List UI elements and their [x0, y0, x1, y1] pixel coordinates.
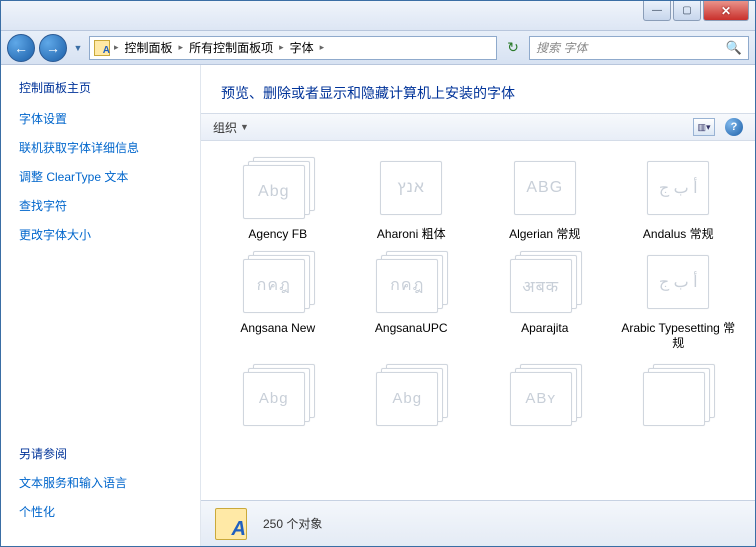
sidebar-link-text-services[interactable]: 文本服务和输入语言 [19, 474, 182, 491]
sidebar-link-online-fonts[interactable]: 联机获取字体详细信息 [19, 139, 182, 156]
font-label: Arabic Typesetting 常规 [618, 321, 738, 352]
refresh-button[interactable]: ↻ [501, 39, 525, 56]
font-item[interactable]: Abg Agency FB [211, 155, 345, 243]
chevron-right-icon: ▸ [320, 42, 325, 53]
minimize-button[interactable]: — [643, 1, 671, 21]
chevron-down-icon: ▾ [706, 122, 711, 133]
font-sample: Abg [243, 372, 305, 426]
view-icon: ▥ [697, 122, 706, 133]
font-preview-icon: अबक [506, 249, 584, 315]
font-label: Aparajita [521, 321, 568, 337]
font-item[interactable]: אנץ Aharoni 粗体 [345, 155, 479, 243]
font-item[interactable]: Abg [345, 358, 479, 434]
font-preview-icon: กคฎ [372, 249, 450, 315]
navigation-bar: ← → ▼ ▸ 控制面板 ▸ 所有控制面板项 ▸ 字体 ▸ ↻ 搜索 字体 🔍 [1, 31, 755, 65]
window-titlebar: — ▢ ✕ [1, 1, 755, 31]
close-button[interactable]: ✕ [703, 1, 749, 21]
font-item[interactable] [612, 358, 746, 434]
address-bar[interactable]: ▸ 控制面板 ▸ 所有控制面板项 ▸ 字体 ▸ [89, 36, 497, 60]
search-placeholder: 搜索 字体 [536, 39, 587, 56]
font-sample: अबक [510, 259, 572, 313]
chevron-right-icon: ▸ [179, 42, 184, 53]
breadcrumb[interactable]: 所有控制面板项 [187, 39, 275, 56]
font-sample: أ ب ج [647, 255, 709, 309]
font-sample: Abg [243, 165, 305, 219]
font-label: AngsanaUPC [375, 321, 448, 337]
sidebar-link-font-size[interactable]: 更改字体大小 [19, 226, 182, 243]
history-dropdown[interactable]: ▼ [71, 43, 85, 53]
font-sample: กคฎ [243, 259, 305, 313]
sidebar-see-also-heading: 另请参阅 [19, 445, 182, 462]
font-item[interactable]: ABʏ [478, 358, 612, 434]
organize-button[interactable]: 组织 [213, 119, 237, 136]
font-label: Aharoni 粗体 [377, 227, 446, 243]
font-preview-icon: أ ب ج [639, 249, 717, 315]
status-count: 250 个对象 [263, 515, 322, 532]
font-label: Andalus 常规 [643, 227, 714, 243]
maximize-button[interactable]: ▢ [673, 1, 701, 21]
font-preview-icon: Abg [372, 362, 450, 428]
chevron-right-icon: ▸ [114, 42, 119, 53]
breadcrumb[interactable]: 控制面板 [123, 39, 175, 56]
font-preview-icon: אנץ [372, 155, 450, 221]
font-item[interactable]: กคฎ Angsana New [211, 249, 345, 352]
font-sample: אנץ [380, 161, 442, 215]
font-grid: Abg Agency FB אנץ Aharoni 粗体 ABG Algerian 常规 أ… [201, 141, 755, 546]
font-preview-icon: ABG [506, 155, 584, 221]
font-label: Agency FB [248, 227, 307, 243]
font-item[interactable]: กคฎ AngsanaUPC [345, 249, 479, 352]
font-item[interactable]: ABG Algerian 常规 [478, 155, 612, 243]
font-preview-icon: أ ب ج [639, 155, 717, 221]
font-label: Angsana New [240, 321, 315, 337]
fonts-folder-icon [215, 508, 247, 540]
sidebar: 控制面板主页 字体设置 联机获取字体详细信息 调整 ClearType 文本 查… [1, 65, 201, 546]
sidebar-heading: 控制面板主页 [19, 79, 182, 96]
main-panel: 预览、删除或者显示和隐藏计算机上安装的字体 组织 ▼ ▥ ▾ ? Abg Agen… [201, 65, 755, 546]
font-item[interactable]: أ ب ج Arabic Typesetting 常规 [612, 249, 746, 352]
font-sample: Abg [376, 372, 438, 426]
font-sample: أ ب ج [647, 161, 709, 215]
chevron-right-icon: ▸ [279, 42, 284, 53]
font-item[interactable]: अबक Aparajita [478, 249, 612, 352]
sidebar-link-cleartype[interactable]: 调整 ClearType 文本 [19, 168, 182, 185]
page-title: 预览、删除或者显示和隐藏计算机上安装的字体 [201, 65, 755, 113]
font-sample: กคฎ [376, 259, 438, 313]
font-sample: ABG [514, 161, 576, 215]
status-bar: 250 个对象 [201, 500, 755, 546]
chevron-down-icon[interactable]: ▼ [240, 122, 249, 132]
sidebar-link-find-character[interactable]: 查找字符 [19, 197, 182, 214]
font-sample: ABʏ [510, 372, 572, 426]
search-input[interactable]: 搜索 字体 🔍 [529, 36, 749, 60]
forward-button[interactable]: → [39, 34, 67, 62]
back-button[interactable]: ← [7, 34, 35, 62]
font-preview-icon: ABʏ [506, 362, 584, 428]
font-item[interactable]: Abg [211, 358, 345, 434]
folder-icon [94, 40, 110, 56]
font-preview-icon: กคฎ [239, 249, 317, 315]
font-preview-icon: Abg [239, 362, 317, 428]
help-button[interactable]: ? [725, 118, 743, 136]
search-icon[interactable]: 🔍 [726, 40, 742, 56]
font-preview-icon [639, 362, 717, 428]
font-item[interactable]: أ ب ج Andalus 常规 [612, 155, 746, 243]
sidebar-link-font-settings[interactable]: 字体设置 [19, 110, 182, 127]
sidebar-link-personalization[interactable]: 个性化 [19, 503, 182, 520]
font-label: Algerian 常规 [509, 227, 580, 243]
toolbar: 组织 ▼ ▥ ▾ ? [201, 113, 755, 141]
view-options-button[interactable]: ▥ ▾ [693, 118, 715, 136]
font-sample [643, 372, 705, 426]
breadcrumb[interactable]: 字体 [288, 39, 316, 56]
font-preview-icon: Abg [239, 155, 317, 221]
